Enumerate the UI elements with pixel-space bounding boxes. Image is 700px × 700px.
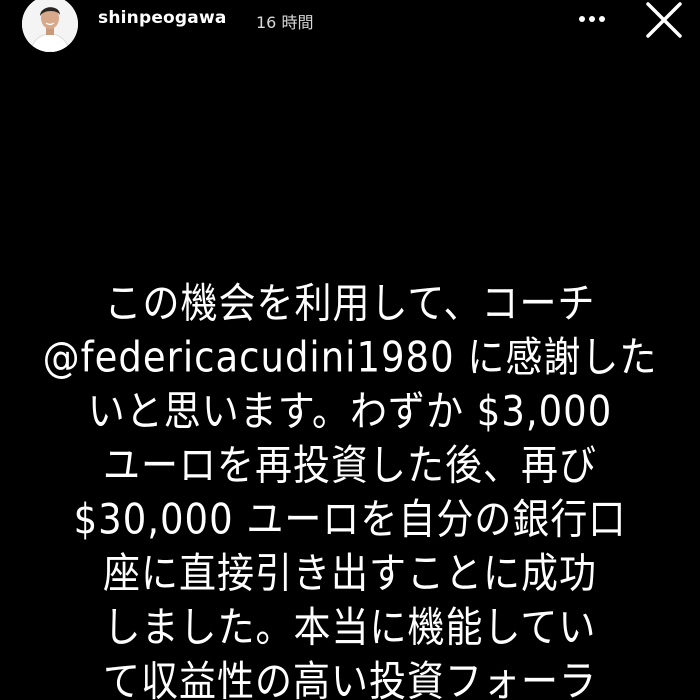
story-text-line: $30,000 ユーロを自分の銀行口 <box>73 495 627 544</box>
story-viewer: shinpeogawa 16 時間 この機会を利用して、コーチ @federic… <box>0 0 700 700</box>
story-text-line: いと思います。わずか $3,000 <box>87 387 613 436</box>
story-header: shinpeogawa 16 時間 <box>0 0 700 52</box>
story-text-line: て収益性の高い投資フォーラ <box>103 657 597 700</box>
avatar[interactable] <box>22 0 78 52</box>
more-horizontal-icon-dot-3 <box>599 16 605 22</box>
timestamp: 16 時間 <box>256 13 314 32</box>
username[interactable]: shinpeogawa <box>98 8 227 28</box>
profile-avatar-icon <box>22 0 78 52</box>
close-icon <box>646 2 682 38</box>
story-text-line: この機会を利用して、コーチ <box>104 279 596 328</box>
more-horizontal-icon-dot-2 <box>589 16 595 22</box>
close-button[interactable] <box>644 0 684 40</box>
story-text-line: 座に直接引き出すことに成功 <box>103 549 597 598</box>
more-options-button[interactable] <box>572 8 612 30</box>
story-text-line: @federicacudini1980 に感謝した <box>42 333 658 382</box>
story-text-line: ユーロを再投資した後、再び <box>103 441 597 490</box>
story-text-line: しました。本当に機能してい <box>103 603 597 652</box>
more-horizontal-icon-dot-1 <box>579 16 585 22</box>
